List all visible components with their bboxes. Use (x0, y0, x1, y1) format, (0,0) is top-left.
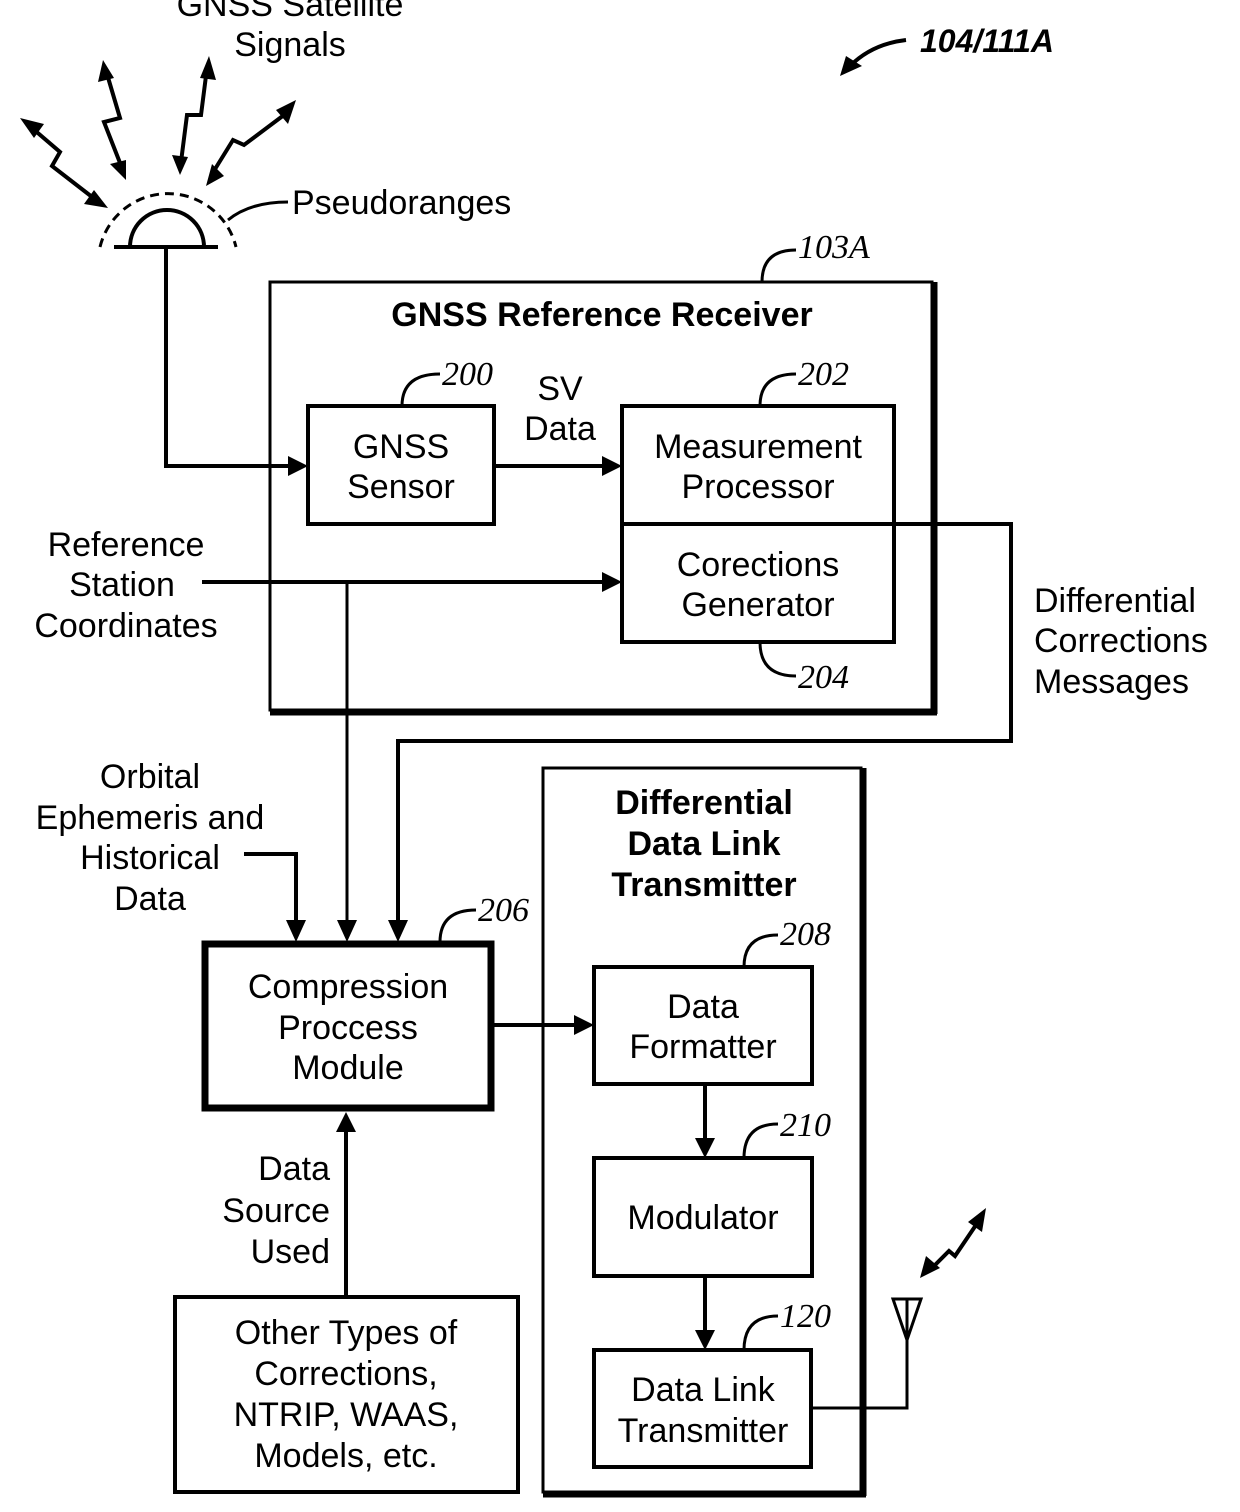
svg-text:208: 208 (780, 916, 831, 953)
svg-text:Corrections,: Corrections, (254, 1355, 437, 1393)
svg-text:Corrections: Corrections (1034, 622, 1208, 660)
svg-text:Formatter: Formatter (629, 1028, 776, 1066)
svg-text:Measurement: Measurement (654, 428, 862, 466)
svg-text:Data: Data (524, 410, 596, 448)
svg-text:Data Link: Data Link (631, 1371, 776, 1409)
svg-text:Models, etc.: Models, etc. (254, 1437, 437, 1475)
svg-text:Proccess: Proccess (278, 1009, 418, 1047)
svg-text:Reference: Reference (48, 526, 205, 564)
svg-text:Compression: Compression (248, 968, 448, 1006)
svg-text:Messages: Messages (1034, 663, 1189, 701)
svg-text:200: 200 (442, 356, 493, 393)
svg-text:206: 206 (478, 892, 529, 929)
svg-text:202: 202 (798, 356, 849, 393)
svg-text:Ephemeris and: Ephemeris and (36, 799, 265, 837)
sv-data-arrow: SV Data (494, 370, 622, 476)
other-types-of-corrections-block: Other Types of Corrections, NTRIP, WAAS,… (173, 1295, 520, 1494)
measurement-processor-block: Measurement Processor 202 (620, 356, 896, 526)
svg-text:Station: Station (69, 566, 175, 604)
svg-text:Historical: Historical (80, 839, 220, 877)
svg-text:104/111A: 104/111A (920, 23, 1054, 59)
svg-text:GNSS Reference Receiver: GNSS Reference Receiver (391, 296, 812, 334)
svg-text:210: 210 (780, 1107, 831, 1144)
svg-text:Data: Data (258, 1150, 330, 1188)
signal-arrow-3 (172, 56, 216, 175)
signal-arrow-2 (98, 60, 126, 180)
svg-text:GNSS Satellite: GNSS Satellite (177, 0, 404, 24)
svg-text:Generator: Generator (681, 586, 834, 624)
svg-text:NTRIP, WAAS,: NTRIP, WAAS, (234, 1396, 459, 1434)
svg-text:Source: Source (222, 1192, 330, 1230)
svg-text:Module: Module (292, 1049, 404, 1087)
wireless-signal-arrow (920, 1208, 986, 1278)
svg-text:Signals: Signals (234, 26, 346, 64)
svg-text:103A: 103A (798, 229, 870, 266)
svg-text:GNSS: GNSS (353, 428, 449, 466)
satellite-signals-title: GNSS Satellite Signals (177, 0, 404, 64)
svg-text:SV: SV (537, 370, 583, 408)
svg-text:Transmitter: Transmitter (618, 1412, 789, 1450)
figure-reference: 104/111A (840, 23, 1054, 76)
signal-arrow-1 (20, 118, 108, 208)
svg-text:Pseudoranges: Pseudoranges (292, 184, 511, 222)
corrections-generator-block: Corections Generator 204 (620, 522, 896, 696)
svg-text:Data Link: Data Link (627, 825, 780, 863)
gnss-diagram: GNSS Satellite Signals Pseudoranges 104/ (20, 0, 1208, 1498)
data-link-transmitter-block: Data Link Transmitter 120 (592, 1298, 831, 1469)
modulator-block: Modulator 210 (592, 1107, 831, 1278)
data-source-used: Data Source Used (222, 1112, 356, 1296)
data-formatter-block: Data Formatter 208 (592, 916, 831, 1086)
compression-process-module: Compression Proccess Module 206 (201, 892, 529, 1112)
svg-text:Differential: Differential (615, 784, 793, 822)
svg-text:120: 120 (780, 1298, 831, 1335)
svg-text:204: 204 (798, 659, 849, 696)
svg-text:Orbital: Orbital (100, 758, 200, 796)
reference-station-coordinates: Reference Station Coordinates (34, 526, 622, 645)
orbital-ephemeris-input: Orbital Ephemeris and Historical Data (36, 758, 306, 942)
pseudoranges-label: Pseudoranges (227, 184, 511, 222)
svg-text:Coordinates: Coordinates (34, 607, 217, 645)
svg-text:Transmitter: Transmitter (611, 866, 796, 904)
antenna-icon (98, 192, 238, 249)
signal-arrow-4 (206, 100, 296, 186)
svg-text:Other Types of: Other Types of (235, 1314, 458, 1352)
gnss-sensor-block: GNSS Sensor 200 (306, 356, 496, 526)
svg-text:Sensor: Sensor (347, 468, 455, 506)
svg-text:Differential: Differential (1034, 582, 1196, 620)
svg-text:Data: Data (667, 988, 739, 1026)
svg-text:Data: Data (114, 880, 186, 918)
svg-text:Corections: Corections (677, 546, 840, 584)
svg-text:Modulator: Modulator (627, 1199, 778, 1237)
svg-text:Used: Used (251, 1233, 330, 1271)
svg-text:Processor: Processor (681, 468, 834, 506)
